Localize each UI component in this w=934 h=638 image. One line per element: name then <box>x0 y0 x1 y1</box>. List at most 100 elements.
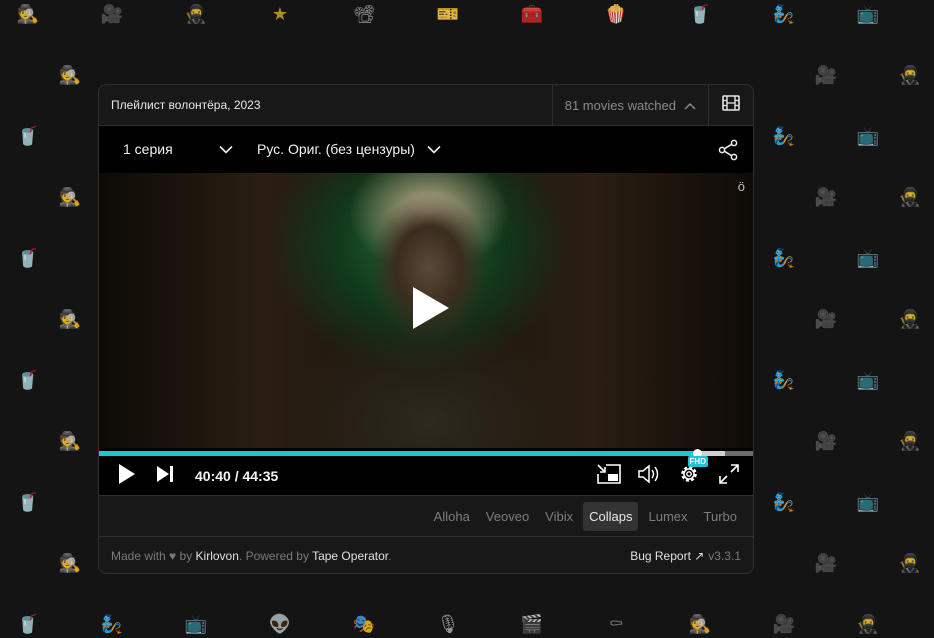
soda-cup-icon: 🥤 <box>16 125 40 147</box>
tv-icon: 📺 <box>856 247 880 269</box>
play-button[interactable] <box>113 462 141 490</box>
panel-header: Плейлист волонтёра, 2023 81 movies watch… <box>99 85 753 126</box>
play-icon <box>118 463 136 490</box>
time-separator: / <box>230 468 243 484</box>
star-icon: ★ <box>271 3 289 25</box>
settings-button[interactable]: FHD <box>675 456 708 490</box>
fullscreen-button[interactable] <box>715 462 743 490</box>
episode-dropdown-label: 1 серия <box>123 141 173 157</box>
version-label: v3.3.1 <box>708 548 741 563</box>
audio-track-dropdown[interactable]: Рус. Ориг. (без цензуры) <box>257 141 441 157</box>
genie-icon: 🧞 <box>100 613 124 635</box>
player-watermark: ö <box>737 179 745 194</box>
footer: Made with ♥ by Kirlovon. Powered by Tape… <box>99 536 753 573</box>
detective-icon: 🕵 <box>58 186 82 208</box>
player-top-bar: 1 серия Рус. Ориг. (без цензуры) <box>99 126 753 172</box>
genie-icon: 🧞 <box>772 491 796 513</box>
genie-icon: 🧞 <box>772 369 796 391</box>
soda-cup-icon: 🥤 <box>16 613 40 635</box>
volume-button[interactable] <box>635 462 663 490</box>
time-display: 40:40 / 44:35 <box>195 468 278 484</box>
ninja-icon: 🥷 <box>898 430 922 452</box>
film-strip-icon <box>722 94 740 116</box>
detective-icon: 🕵 <box>688 613 712 635</box>
ninja-icon: 🥷 <box>898 552 922 574</box>
heart-icon: ♥ <box>169 548 177 563</box>
play-icon <box>411 285 451 336</box>
soda-cup-icon: 🥤 <box>16 369 40 391</box>
movie-camera-icon: 🎥 <box>814 186 838 208</box>
soda-cup-icon: 🥤 <box>688 3 712 25</box>
fullscreen-icon <box>718 463 740 490</box>
detective-icon: 🕵 <box>16 3 40 25</box>
skip-next-icon <box>156 465 174 488</box>
made-with-text: Made with <box>111 548 166 563</box>
source-tab-vibix[interactable]: Vibix <box>539 502 579 531</box>
tv-icon: 📺 <box>184 613 208 635</box>
author-link[interactable]: Kirlovon <box>196 549 239 563</box>
player-panel: Плейлист волонтёра, 2023 81 movies watch… <box>98 84 754 574</box>
by-text: by <box>179 548 193 563</box>
movie-camera-icon: 🎥 <box>814 64 838 86</box>
next-episode-button[interactable] <box>151 462 179 490</box>
ninja-icon: 🥷 <box>184 3 208 25</box>
ninja-icon: 🥷 <box>856 613 880 635</box>
movie-camera-icon: 🎥 <box>814 308 838 330</box>
source-tab-lumex[interactable]: Lumex <box>642 502 693 531</box>
genie-icon: 🧞 <box>772 247 796 269</box>
ticket-icon: 🎫 <box>436 3 460 25</box>
playlist-title: Плейлист волонтёра, 2023 <box>111 98 261 112</box>
episode-dropdown[interactable]: 1 серия <box>123 141 233 157</box>
soda-cup-icon: 🥤 <box>16 247 40 269</box>
source-tab-veoveo[interactable]: Veoveo <box>480 502 535 531</box>
tv-icon: 📺 <box>856 3 880 25</box>
detective-icon: 🕵 <box>58 308 82 330</box>
movie-camera-icon: 🎥 <box>772 613 796 635</box>
tv-icon: 📺 <box>856 369 880 391</box>
share-button[interactable] <box>717 139 739 161</box>
movies-watched-button[interactable]: 81 movies watched <box>551 85 709 125</box>
video-player: 1 серия Рус. Ориг. (без цензуры) ö 40:40… <box>99 126 753 495</box>
genie-icon: 🧞 <box>772 3 796 25</box>
player-controls: 40:40 / 44:35 FHD <box>99 456 753 495</box>
alien-icon: 👽 <box>268 613 292 635</box>
soda-cup-icon: 🥤 <box>16 491 40 513</box>
progress-played <box>99 451 698 456</box>
picture-in-picture-icon <box>596 463 622 490</box>
progress-bar[interactable] <box>99 449 753 458</box>
coffin-icon: ⚰ <box>608 613 624 635</box>
powered-by-link[interactable]: Tape Operator <box>312 549 388 563</box>
current-time: 40:40 <box>195 468 231 484</box>
genie-icon: 🧞 <box>772 125 796 147</box>
chevron-down-icon <box>219 141 233 157</box>
powered-by-text: . Powered by <box>238 548 309 563</box>
movies-watched-label: 81 movies watched <box>564 97 676 113</box>
right-controls: FHD <box>595 456 743 490</box>
picture-in-picture-button[interactable] <box>595 462 623 490</box>
source-tab-turbo[interactable]: Turbo <box>698 502 743 531</box>
video-frame[interactable]: ö <box>99 173 753 448</box>
bug-report-link[interactable]: Bug Report ↗ <box>630 549 704 563</box>
volume-icon <box>637 463 661 490</box>
detective-icon: 🕵 <box>58 64 82 86</box>
treasure-chest-icon: 🧰 <box>520 3 544 25</box>
audio-track-label: Рус. Ориг. (без цензуры) <box>257 141 415 157</box>
microphone-icon: 🎙 <box>436 613 460 635</box>
ninja-icon: 🥷 <box>898 186 922 208</box>
projector-icon: 📽 <box>352 3 376 25</box>
movie-camera-icon: 🎥 <box>814 552 838 574</box>
movie-camera-icon: 🎥 <box>100 3 124 25</box>
quality-badge: FHD <box>687 456 708 467</box>
source-tab-collaps[interactable]: Collaps <box>583 501 639 531</box>
ninja-icon: 🥷 <box>898 308 922 330</box>
chevron-up-icon <box>684 98 696 113</box>
theater-masks-icon: 🎭 <box>352 613 376 635</box>
clapperboard-icon: 🎬 <box>520 613 544 635</box>
tv-icon: 📺 <box>856 491 880 513</box>
source-tabs: Alloha Veoveo Vibix Collaps Lumex Turbo <box>99 495 753 537</box>
film-strip-button[interactable] <box>709 85 753 125</box>
source-tab-alloha[interactable]: Alloha <box>428 502 476 531</box>
popcorn-icon: 🍿 <box>604 3 628 25</box>
big-play-button[interactable] <box>407 286 455 334</box>
detective-icon: 🕵 <box>58 430 82 452</box>
